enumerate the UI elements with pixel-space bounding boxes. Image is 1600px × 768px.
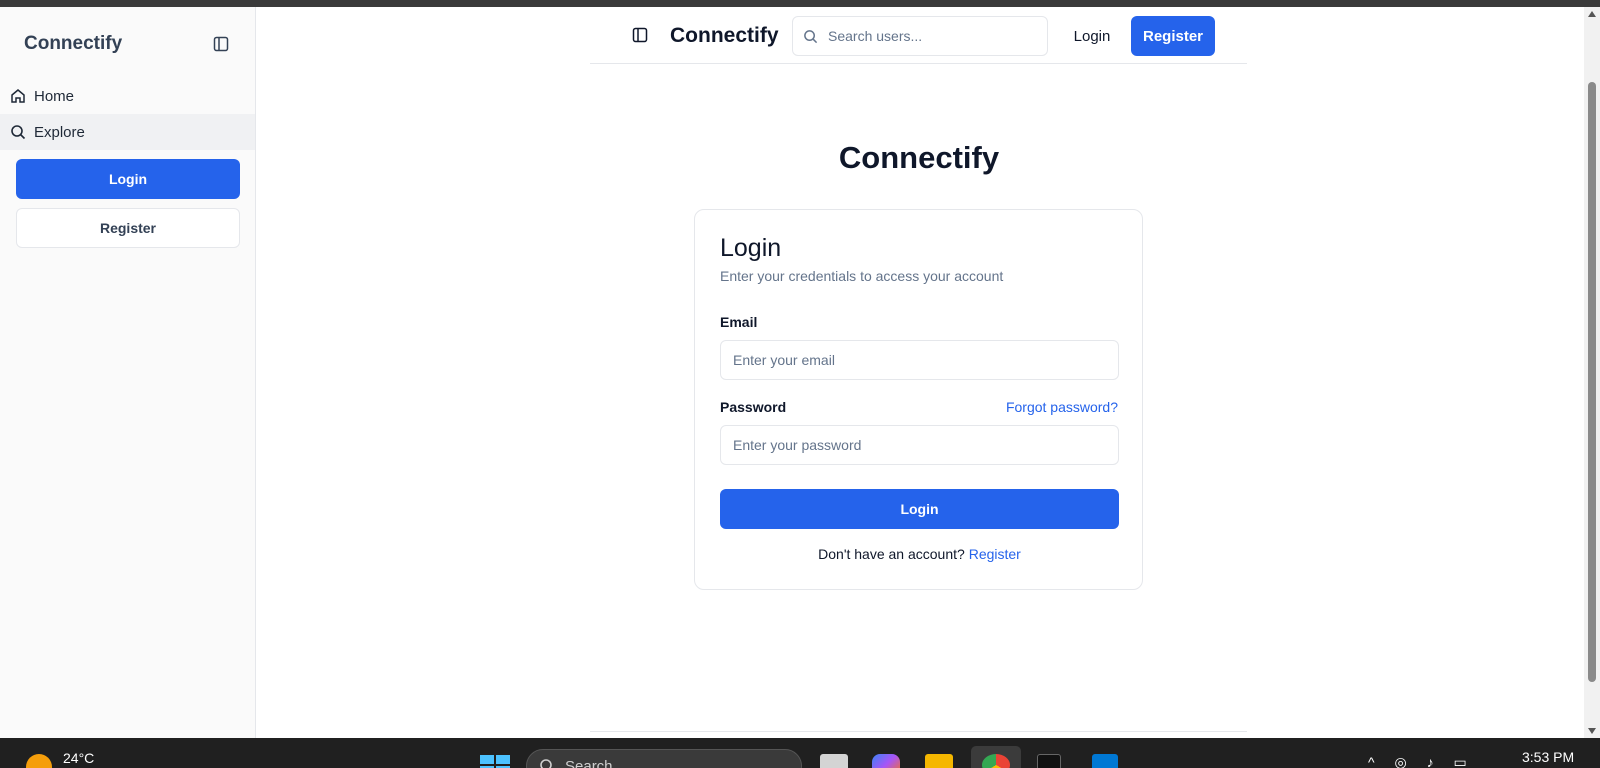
password-input[interactable]: [733, 437, 1103, 453]
navbar-brand[interactable]: Connectify: [670, 24, 779, 48]
file-explorer-icon[interactable]: [925, 754, 953, 768]
footer-divider: [590, 731, 1247, 732]
search-icon: [804, 29, 818, 43]
os-taskbar: 24°C Search ^ ◎ ♪ ▭ 3:53 PM: [0, 738, 1600, 768]
card-footer: Don't have an account? Register: [695, 546, 1144, 562]
navbar-login-button[interactable]: Login: [1055, 16, 1129, 56]
search-icon: [11, 125, 26, 140]
weather-temperature[interactable]: 24°C: [63, 750, 94, 766]
windows-start-icon[interactable]: [480, 755, 510, 768]
scroll-down-icon[interactable]: [1588, 728, 1596, 734]
login-submit-button[interactable]: Login: [720, 489, 1119, 529]
sidebar-register-button[interactable]: Register: [16, 208, 240, 248]
forgot-password-link[interactable]: Forgot password?: [1006, 399, 1118, 415]
sidebar-brand: Connectify: [24, 33, 123, 54]
sidebar-item-label: Explore: [34, 123, 85, 141]
sidebar-header: Connectify: [24, 29, 230, 59]
scroll-up-icon[interactable]: [1588, 11, 1596, 17]
register-link[interactable]: Register: [969, 546, 1021, 562]
top-navbar: Connectify Login Register: [590, 7, 1247, 64]
password-label: Password: [720, 399, 787, 415]
password-field[interactable]: [720, 425, 1119, 465]
no-account-text: Don't have an account?: [818, 546, 965, 562]
page-scrollbar[interactable]: [1584, 7, 1600, 738]
system-tray-icons[interactable]: ^ ◎ ♪ ▭: [1368, 754, 1475, 768]
taskbar-search-label: Search: [565, 757, 613, 768]
home-icon: [11, 89, 25, 103]
sidebar-item-home[interactable]: Home: [0, 78, 255, 114]
navbar-register-button[interactable]: Register: [1131, 16, 1215, 56]
email-field[interactable]: [720, 340, 1119, 380]
email-label: Email: [720, 314, 758, 330]
login-card: Login Enter your credentials to access y…: [694, 209, 1143, 590]
scrollbar-thumb[interactable]: [1588, 82, 1596, 682]
notion-icon[interactable]: [1037, 754, 1061, 768]
page-title: Connectify: [838, 140, 1000, 175]
taskbar-clock[interactable]: 3:53 PM: [1522, 749, 1574, 765]
copilot-icon[interactable]: [872, 754, 900, 768]
email-input[interactable]: [733, 352, 1103, 368]
taskbar-search[interactable]: Search: [526, 749, 802, 768]
window-top-strip: [0, 0, 1600, 7]
search-icon: [540, 759, 552, 768]
weather-sun-icon[interactable]: [26, 754, 52, 768]
sidebar-toggle-icon[interactable]: [212, 35, 230, 53]
search-input[interactable]: [828, 28, 1028, 44]
card-title: Login: [720, 234, 782, 262]
sidebar-toggle-icon[interactable]: [632, 27, 648, 48]
sidebar: Connectify Home Explore Login Register: [0, 7, 256, 738]
vscode-icon[interactable]: [1092, 754, 1118, 768]
sidebar-item-label: Home: [34, 87, 75, 105]
task-view-icon[interactable]: [820, 754, 848, 768]
card-subtitle: Enter your credentials to access your ac…: [720, 268, 1004, 284]
search-box[interactable]: [792, 16, 1048, 56]
